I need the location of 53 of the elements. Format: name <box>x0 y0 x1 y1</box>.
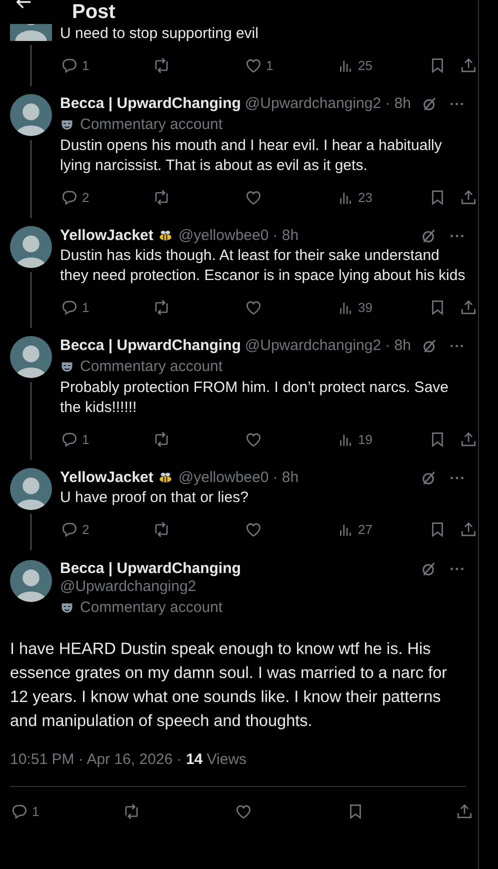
display-name[interactable]: YellowJacket <box>60 226 154 246</box>
avatar[interactable] <box>10 560 52 602</box>
reply-text: U have proof on that or lies? <box>60 488 250 508</box>
user-handle[interactable]: @Upwardchanging2 <box>60 577 241 597</box>
reply-text: Dustin has kids though. At least for their sake understand they need protection. Escanor is in space lying about his kids <box>60 246 466 286</box>
share-icon[interactable] <box>459 298 478 316</box>
user-handle[interactable]: @Upwardchanging2 <box>244 336 382 356</box>
post-time[interactable]: · 8h <box>385 94 411 114</box>
share-icon[interactable] <box>459 430 478 448</box>
avatar[interactable] <box>10 336 52 378</box>
reply-count: 2 <box>82 190 90 204</box>
slashed-circle-icon[interactable] <box>420 95 438 113</box>
reply-count: 1 <box>32 804 40 818</box>
post-time[interactable]: · 8h <box>385 336 411 356</box>
display-name[interactable]: YellowJacket <box>60 468 154 488</box>
mask-icon <box>60 601 74 615</box>
view-count: 25 <box>358 58 372 72</box>
avatar[interactable] <box>10 468 52 510</box>
avatar[interactable] <box>10 226 52 268</box>
reply-count: 1 <box>82 58 90 72</box>
display-name[interactable]: Becca | UpwardChanging <box>60 94 241 114</box>
user-handle[interactable]: @Upwardchanging2 <box>244 94 382 114</box>
post-metadata: 10:51 PM · Apr 16, 2026 · 14 Views <box>10 751 248 768</box>
reply-text: Probably protection FROM him. I don’t protect narcs. Save the kids!!!!!! <box>60 378 450 418</box>
share-icon[interactable] <box>459 188 478 206</box>
post-time[interactable]: · 8h <box>272 226 299 246</box>
reply-count: 1 <box>82 432 90 446</box>
share-icon[interactable] <box>455 802 474 820</box>
slashed-circle-icon[interactable] <box>420 337 438 355</box>
reply-count: 2 <box>82 522 90 536</box>
view-count: 19 <box>358 432 372 446</box>
user-handle[interactable]: @yellowbee0 <box>178 226 269 246</box>
display-name[interactable]: Becca | UpwardChanging <box>60 560 241 577</box>
account-label: Commentary account <box>80 357 223 377</box>
post-text: I have HEARD Dustin speak enough to know wtf he is. His essence grates on my damn soul. I was married to a narc for 12 years. I know what one sounds like. I know their patterns and manipulation of speech and thoughts. <box>10 639 448 732</box>
post-time[interactable]: · 8h <box>272 468 299 488</box>
mask-icon <box>60 118 74 132</box>
account-label: Commentary account <box>80 598 223 618</box>
view-count: 23 <box>358 190 372 204</box>
reply-text: U need to stop supporting evil <box>60 24 260 44</box>
user-handle[interactable]: @yellowbee0 <box>178 468 269 488</box>
reply-text: Dustin opens his mouth and I hear evil. I hear a habitually lying narcissist. That is about as evil as it gets. <box>60 136 443 176</box>
display-name[interactable]: Becca | UpwardChanging <box>60 336 241 356</box>
view-count: 27 <box>358 522 372 536</box>
share-icon[interactable] <box>459 520 478 538</box>
share-icon[interactable] <box>459 56 478 74</box>
view-count: 39 <box>358 300 372 314</box>
page-title: Post <box>72 2 116 22</box>
account-label: Commentary account <box>80 115 223 135</box>
like-count: 1 <box>266 58 274 72</box>
reply-count: 1 <box>82 300 90 314</box>
avatar[interactable] <box>10 94 52 136</box>
mask-icon <box>60 360 74 374</box>
